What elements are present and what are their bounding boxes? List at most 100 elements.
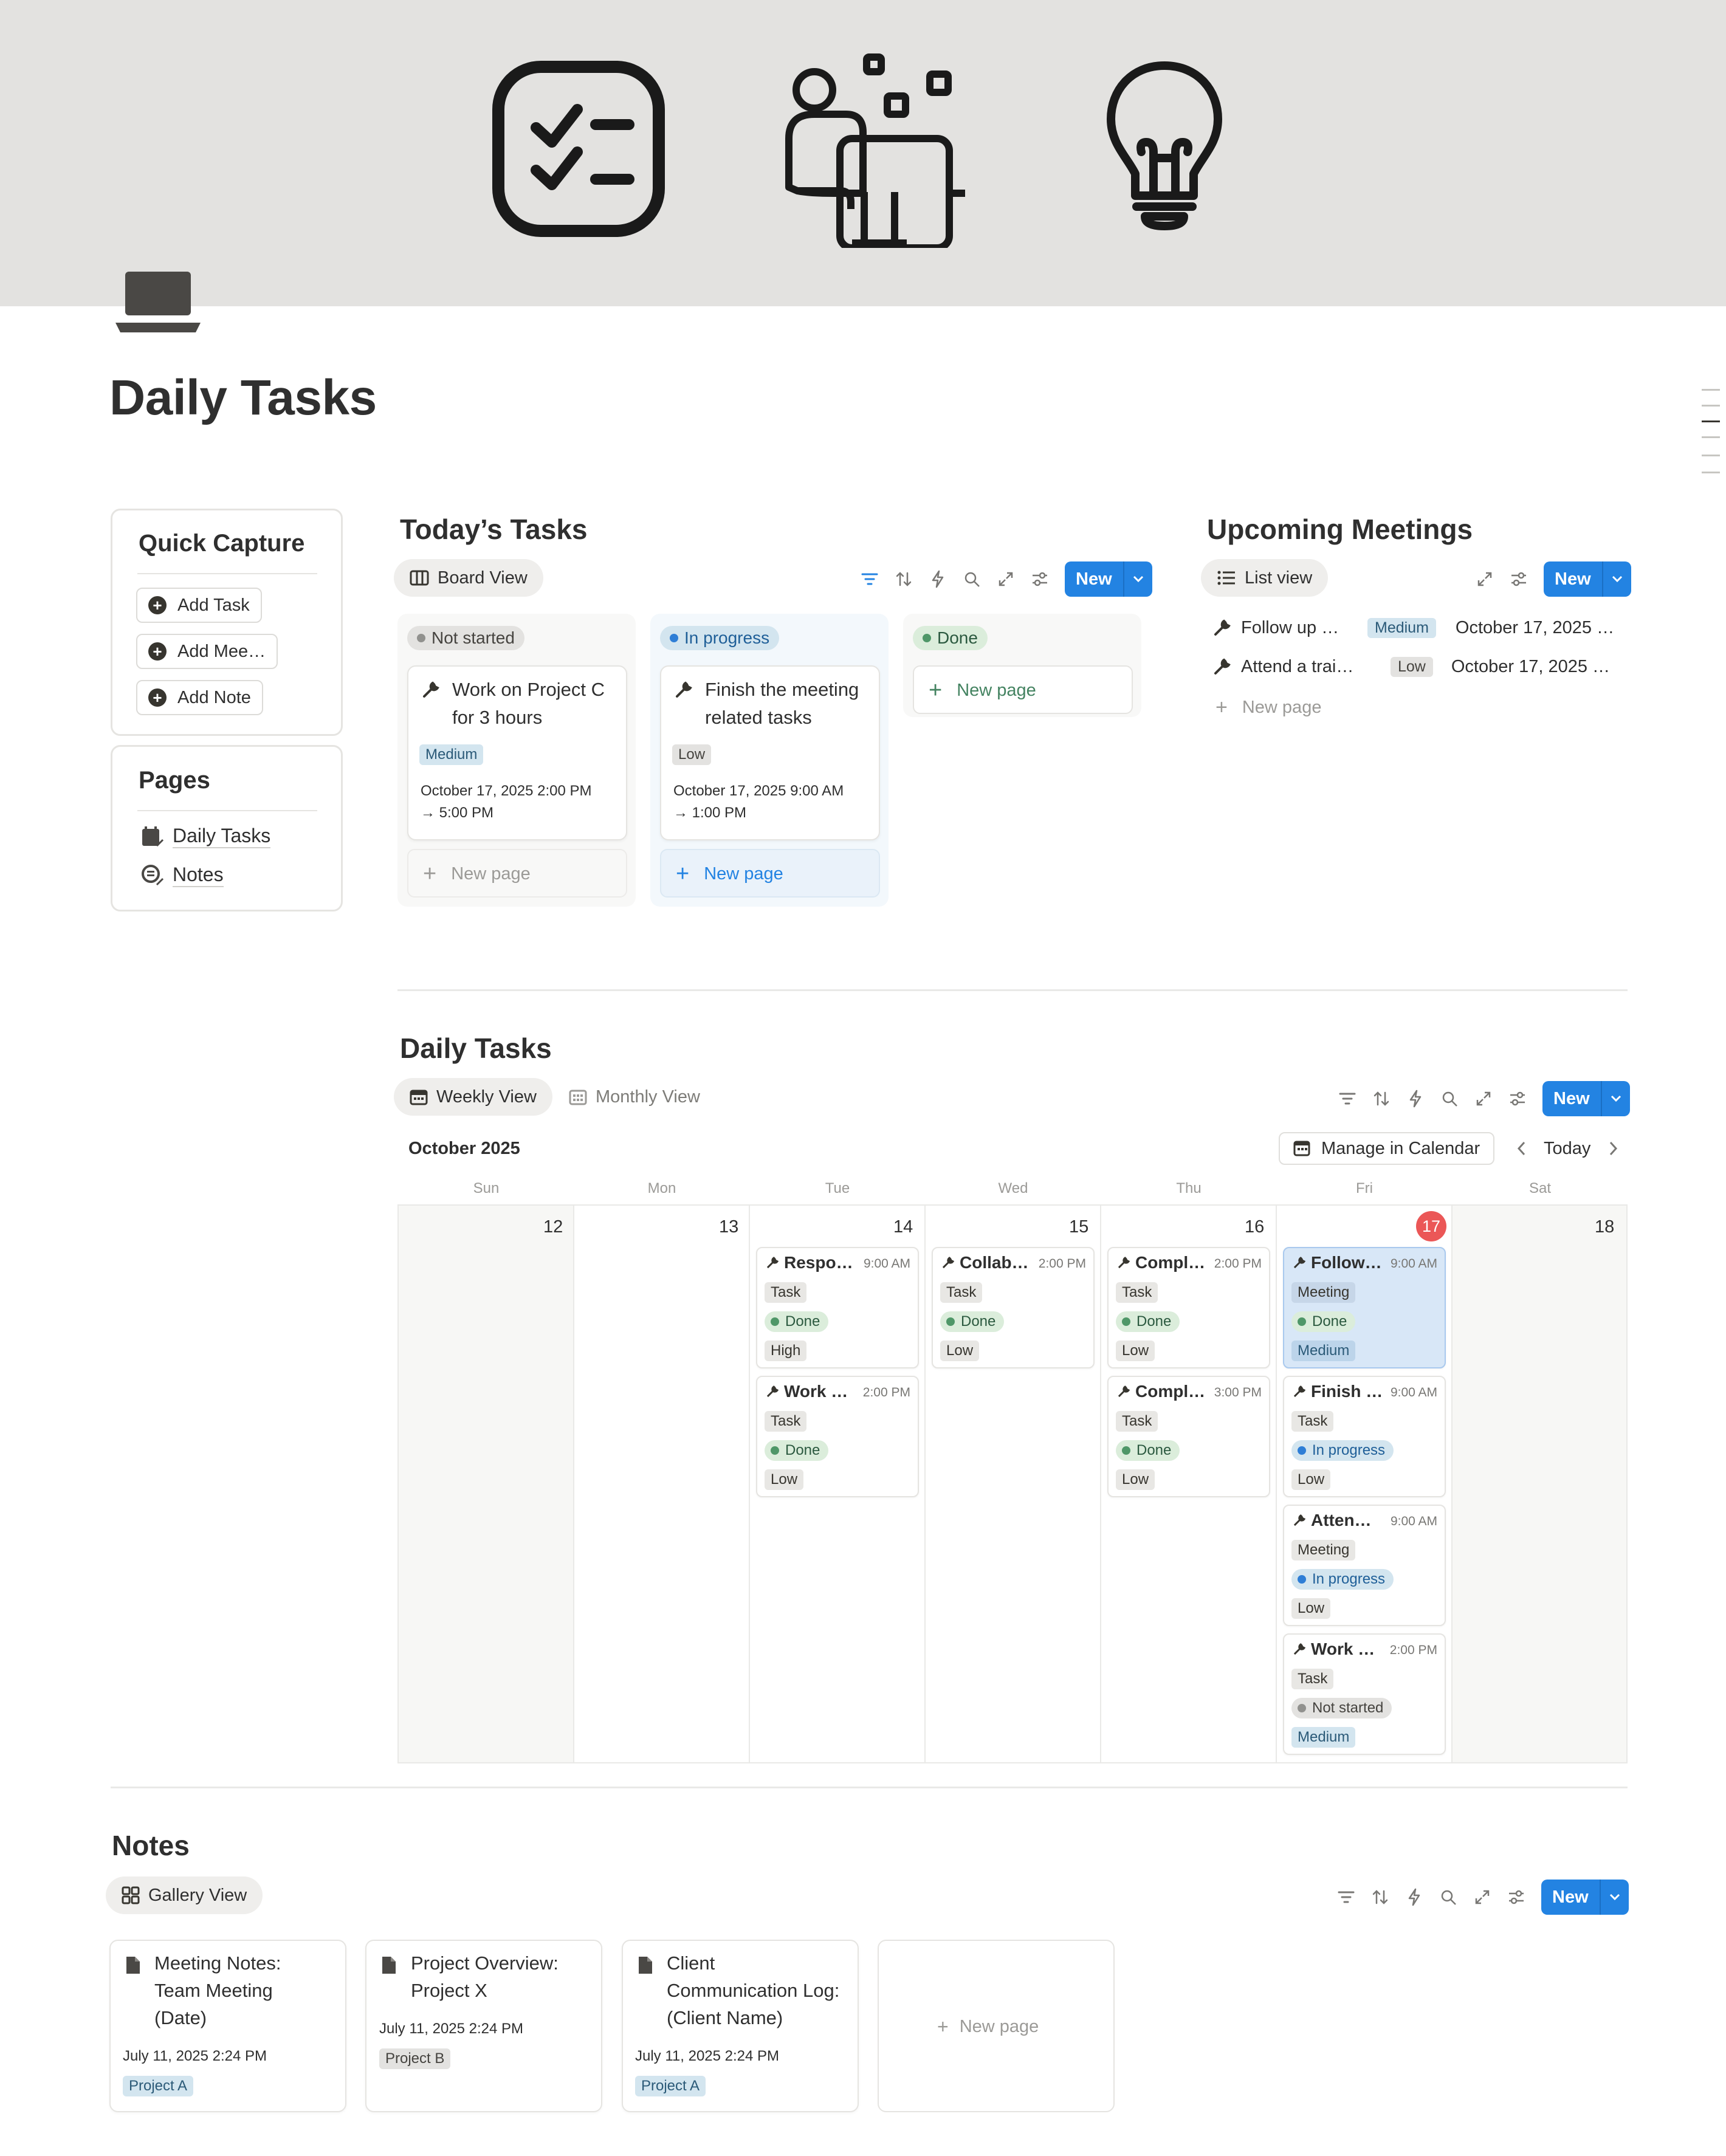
wrench-icon xyxy=(1293,1643,1306,1655)
new-page-button[interactable]: + New page xyxy=(1215,696,1321,719)
expand-icon[interactable] xyxy=(1473,1888,1491,1906)
chevron-down-icon[interactable] xyxy=(1124,575,1152,583)
calendar-event-selected[interactable]: Follow… 9:00 AM Meeting Done Medium xyxy=(1283,1247,1446,1368)
new-page-label[interactable]: + New page xyxy=(929,678,1036,704)
tab-monthly-view[interactable]: Monthly View xyxy=(553,1078,716,1116)
toc-marker[interactable] xyxy=(1702,436,1720,438)
sort-icon[interactable] xyxy=(1371,1888,1389,1906)
expand-icon[interactable] xyxy=(1474,1090,1493,1108)
list-row[interactable]: Follow up … Medium October 17, 2025 … xyxy=(1213,613,1626,643)
sort-icon[interactable] xyxy=(895,570,913,588)
filter-icon[interactable] xyxy=(861,570,879,588)
search-icon[interactable] xyxy=(963,570,981,588)
expand-icon[interactable] xyxy=(1476,570,1494,588)
new-button[interactable]: New xyxy=(1541,1880,1629,1915)
settings-icon[interactable] xyxy=(1031,570,1049,588)
calendar-event[interactable]: Respo… 9:00 AM Task Done High xyxy=(756,1247,919,1368)
page-title: Daily Tasks xyxy=(109,370,377,425)
card-title: related tasks xyxy=(705,707,812,728)
chevron-down-icon[interactable] xyxy=(1603,575,1631,583)
tab-weekly-view[interactable]: Weekly View xyxy=(394,1078,552,1116)
search-icon[interactable] xyxy=(1440,1090,1459,1108)
calendar-event[interactable]: Work … 2:00 PM Task Not started Medium xyxy=(1283,1633,1446,1755)
day-cell-mon[interactable] xyxy=(574,1206,750,1762)
calendar-event[interactable]: Finish … 9:00 AM Task In progress Low xyxy=(1283,1376,1446,1497)
notes-link-icon xyxy=(142,864,164,885)
chevron-down-icon[interactable] xyxy=(1601,1893,1629,1901)
lightning-icon[interactable] xyxy=(1406,1090,1425,1108)
status-pill-not-started[interactable]: Not started xyxy=(407,626,524,650)
card-date: → 5:00 PM xyxy=(421,805,494,821)
new-label: New xyxy=(1076,569,1112,589)
filter-icon[interactable] xyxy=(1337,1888,1355,1906)
event-time: 9:00 AM xyxy=(1390,1257,1437,1271)
add-meeting-button[interactable]: + Add Mee… xyxy=(136,634,278,669)
toc-marker[interactable] xyxy=(1702,389,1720,391)
toc-marker[interactable] xyxy=(1702,472,1720,473)
event-title: Collab… xyxy=(960,1253,1029,1272)
settings-icon[interactable] xyxy=(1508,1090,1527,1108)
new-page-label[interactable]: + New page xyxy=(676,861,783,887)
status-label: In progress xyxy=(1312,1442,1386,1458)
tab-label: Board View xyxy=(438,568,528,588)
expand-icon[interactable] xyxy=(997,570,1015,588)
todays-tasks-title: Today’s Tasks xyxy=(400,513,588,545)
tab-list-view[interactable]: List view xyxy=(1201,559,1329,597)
calendar-event[interactable]: Compl… 2:00 PM Task Done Low xyxy=(1107,1247,1270,1368)
pages-link-notes[interactable]: Notes xyxy=(141,863,224,887)
list-row[interactable]: Attend a trai… Low October 17, 2025 … xyxy=(1213,651,1626,682)
new-button[interactable]: New xyxy=(1065,561,1152,597)
lightning-icon[interactable] xyxy=(1405,1888,1423,1906)
new-button[interactable]: New xyxy=(1542,1081,1630,1116)
new-page-label[interactable]: + New page xyxy=(937,2016,1039,2038)
calendar-event[interactable]: Collab… 2:00 PM Task Done Low xyxy=(932,1247,1095,1368)
settings-icon[interactable] xyxy=(1510,570,1528,588)
event-type-tag: Task xyxy=(765,1411,807,1432)
card-title: Project X xyxy=(411,1980,487,2001)
day-cell-sat[interactable] xyxy=(1453,1206,1626,1762)
toc-marker[interactable] xyxy=(1702,405,1720,407)
calendar-event[interactable]: Compl… 3:00 PM Task Done Low xyxy=(1107,1376,1270,1497)
board-toolbar: New xyxy=(861,561,1152,597)
day-cell-sun[interactable] xyxy=(399,1206,574,1762)
status-dot xyxy=(923,634,931,642)
status-dot xyxy=(1122,1446,1130,1455)
chevron-down-icon[interactable] xyxy=(1602,1094,1630,1103)
row-name: Follow up … xyxy=(1241,617,1339,637)
calendar-event[interactable]: Work … 2:00 PM Task Done Low xyxy=(756,1376,919,1497)
status-pill-done[interactable]: Done xyxy=(913,626,988,650)
manage-in-calendar-button[interactable]: Manage in Calendar xyxy=(1279,1132,1495,1165)
status-label: Not started xyxy=(432,628,515,647)
add-task-button[interactable]: + Add Task xyxy=(136,588,262,623)
plus-circle-icon: + xyxy=(148,596,167,614)
today-button[interactable]: Today xyxy=(1544,1139,1590,1159)
chevron-left-icon[interactable] xyxy=(1516,1140,1528,1157)
calendar-event[interactable]: Atten… 9:00 AM Meeting In progress Low xyxy=(1283,1505,1446,1626)
event-time: 2:00 PM xyxy=(1389,1643,1437,1657)
event-priority-tag: Medium xyxy=(1291,1727,1356,1748)
new-page-label[interactable]: + New page xyxy=(423,861,531,887)
lightning-icon[interactable] xyxy=(929,570,947,588)
pages-link-daily-tasks[interactable]: Daily Tasks xyxy=(141,825,271,848)
event-status-pill: Done xyxy=(765,1440,829,1461)
card-title: (Date) xyxy=(154,2007,207,2028)
chevron-right-icon[interactable] xyxy=(1607,1140,1619,1157)
add-note-button[interactable]: + Add Note xyxy=(136,680,263,715)
filter-icon[interactable] xyxy=(1338,1090,1356,1108)
notes-toolbar: New xyxy=(1337,1880,1629,1915)
status-label: In progress xyxy=(684,628,770,647)
priority-tag: Low xyxy=(672,744,712,765)
manage-label: Manage in Calendar xyxy=(1321,1138,1480,1158)
new-button[interactable]: New xyxy=(1544,561,1631,597)
tab-board-view[interactable]: Board View xyxy=(394,559,543,597)
toc-marker[interactable] xyxy=(1702,421,1720,422)
search-icon[interactable] xyxy=(1439,1888,1457,1906)
status-pill-in-progress[interactable]: In progress xyxy=(660,626,780,650)
settings-icon[interactable] xyxy=(1507,1888,1525,1906)
pages-title: Pages xyxy=(139,767,210,794)
tab-gallery-view[interactable]: Gallery View xyxy=(106,1876,263,1914)
sort-icon[interactable] xyxy=(1372,1090,1391,1108)
toc-marker[interactable] xyxy=(1702,455,1720,456)
event-priority-tag: Low xyxy=(940,1341,980,1361)
event-priority-tag: Medium xyxy=(1291,1341,1356,1361)
